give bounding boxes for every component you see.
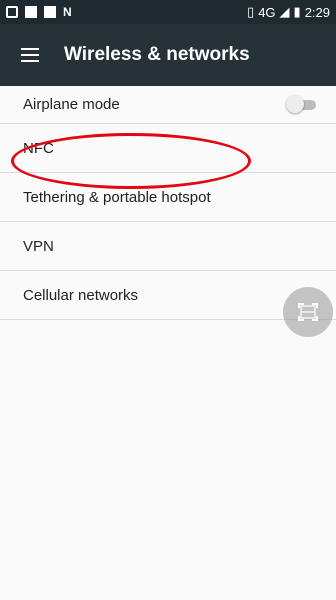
signal-icon: ◢: [279, 4, 290, 19]
status-bar: N ▯ 4G ◢ ▮ 2:29: [0, 0, 336, 24]
message-icon: [6, 6, 18, 18]
setting-tethering-hotspot[interactable]: Tethering & portable hotspot: [0, 173, 336, 222]
setting-airplane-mode[interactable]: Airplane mode: [0, 86, 336, 124]
settings-list: Airplane mode NFC Tethering & portable h…: [0, 86, 336, 320]
clock: 2:29: [304, 4, 330, 20]
toggle-thumb: [286, 94, 304, 113]
image-icon: [25, 6, 37, 18]
photo-icon: [44, 6, 56, 18]
notification-icons: N: [6, 6, 72, 18]
network-type: 4G: [258, 4, 276, 20]
system-icons: ▯ 4G ◢ ▮ 2:29: [247, 4, 330, 20]
page-title: Wireless & networks: [64, 44, 250, 65]
vibrate-icon: ▯: [247, 4, 255, 19]
screenshot-capture-icon[interactable]: [283, 287, 333, 337]
setting-nfc[interactable]: NFC: [0, 124, 336, 173]
setting-vpn[interactable]: VPN: [0, 222, 336, 271]
airplane-mode-toggle[interactable]: [286, 94, 320, 113]
hamburger-menu-icon[interactable]: [0, 24, 60, 86]
setting-label: Cellular networks: [23, 286, 139, 304]
capture-frame-icon: [298, 303, 318, 321]
battery-icon: ▮: [293, 4, 301, 19]
nfc-n-icon: N: [63, 5, 72, 19]
setting-label: Airplane mode: [23, 96, 120, 113]
setting-label: Tethering & portable hotspot: [23, 188, 211, 206]
setting-label: VPN: [23, 237, 54, 255]
app-bar: Wireless & networks: [0, 24, 336, 86]
setting-label: NFC: [23, 139, 54, 157]
